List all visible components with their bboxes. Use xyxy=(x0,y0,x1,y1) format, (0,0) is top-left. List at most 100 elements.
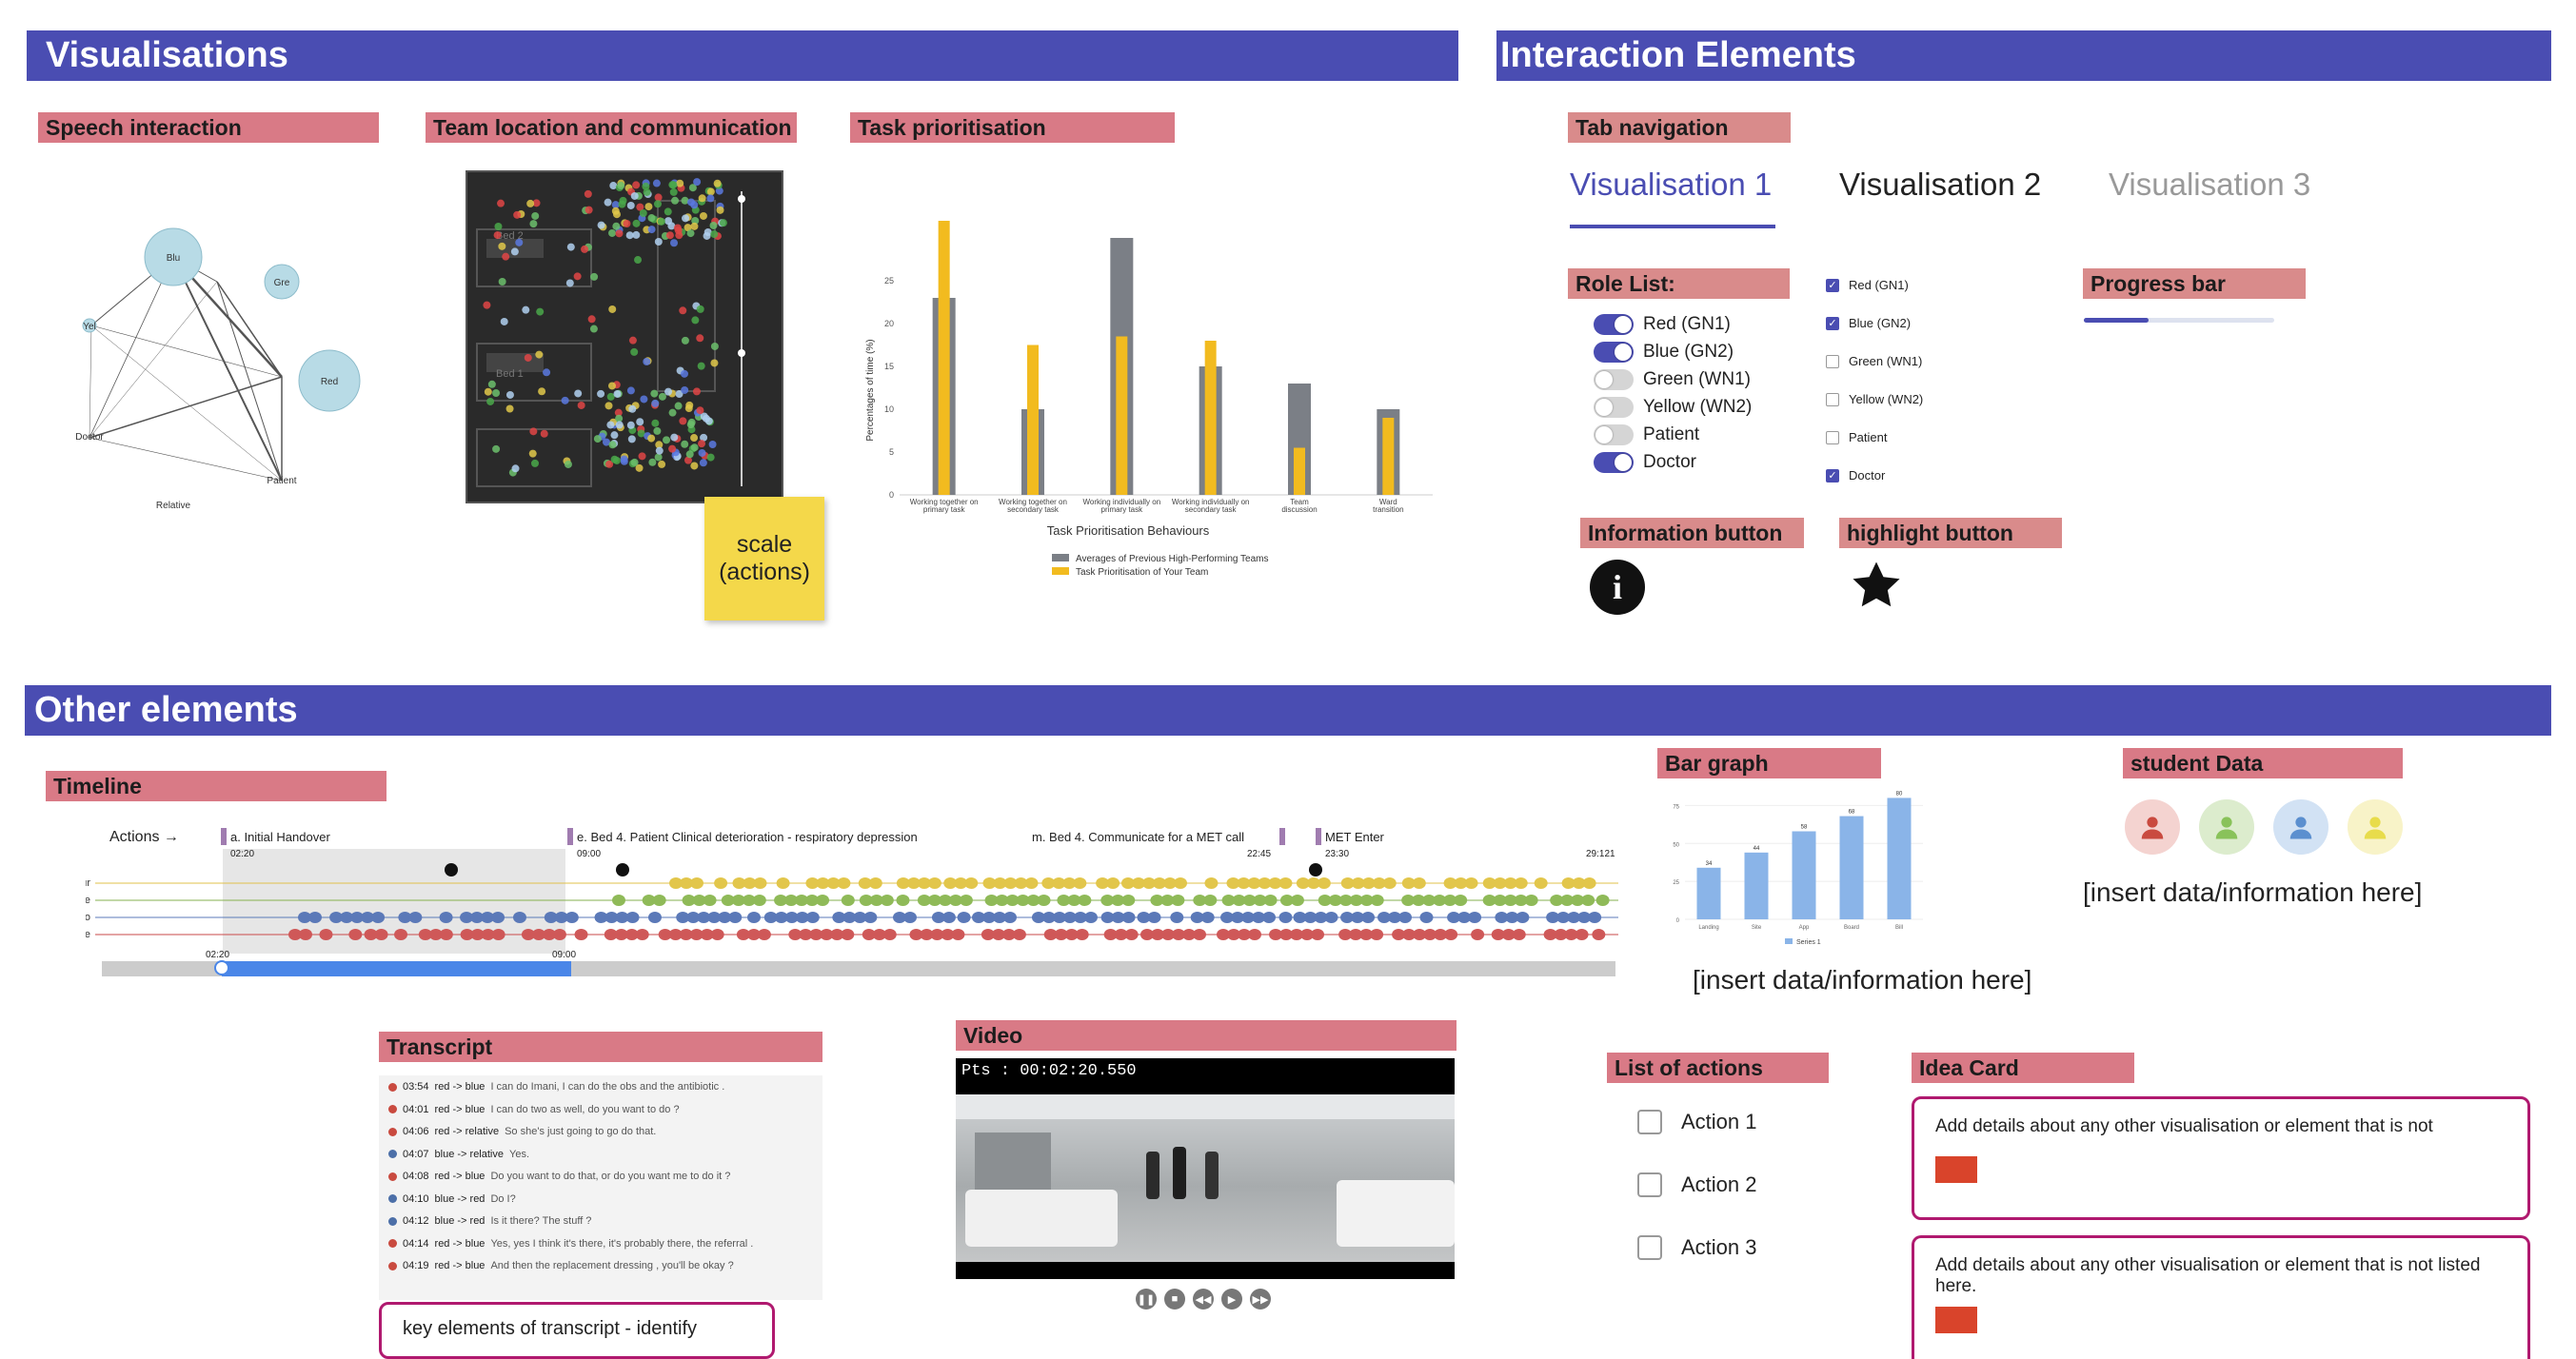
action-dot xyxy=(951,929,965,940)
role-toggle-item[interactable]: Red (GN1) xyxy=(1594,314,1731,335)
action-dot xyxy=(552,929,566,940)
student-avatar[interactable] xyxy=(2348,799,2403,855)
information-button[interactable]: i xyxy=(1590,560,1645,615)
y-tick-label: 25 xyxy=(884,276,894,286)
transcript-note-card[interactable]: key elements of transcript - identify xyxy=(379,1302,775,1359)
bar xyxy=(938,221,950,495)
role-toggle-switch[interactable] xyxy=(1594,452,1634,473)
idea-card-2[interactable]: Add details about any other visualisatio… xyxy=(1912,1235,2530,1359)
x-tick-label: primary task xyxy=(923,505,966,514)
role-checkbox[interactable] xyxy=(1826,392,1839,406)
role-checkbox-item[interactable]: ✓ Doctor xyxy=(1826,468,1885,483)
role-toggle-switch[interactable] xyxy=(1594,397,1634,418)
idea-card-1-swatch[interactable] xyxy=(1935,1156,1977,1183)
lane-label: four xyxy=(86,877,90,889)
idea-card-2-swatch[interactable] xyxy=(1935,1307,1977,1333)
role-toggle-switch[interactable] xyxy=(1594,369,1634,390)
transcript-text: Do you want to do that, or do you want m… xyxy=(490,1171,731,1182)
stop-icon[interactable]: ■ xyxy=(1164,1289,1185,1310)
speaker-dot xyxy=(388,1172,397,1181)
role-toggle-label: Blue (GN2) xyxy=(1643,342,1734,362)
action-dot xyxy=(374,929,388,940)
action-checkbox[interactable] xyxy=(1637,1172,1662,1197)
label-information-button: Information button xyxy=(1580,518,1804,548)
action-dot xyxy=(1534,877,1548,889)
speaker-dot xyxy=(388,1127,397,1136)
student-avatar[interactable] xyxy=(2273,799,2328,855)
role-toggle-item[interactable]: Green (WN1) xyxy=(1594,369,1751,390)
transcript-text: Yes, yes I think it's there, it's probab… xyxy=(490,1237,754,1250)
video-player[interactable]: Pts : 00:02:20.550 xyxy=(956,1058,1455,1279)
action-item[interactable]: Action 3 xyxy=(1637,1235,1757,1260)
role-toggle-label: Yellow (WN2) xyxy=(1643,397,1753,417)
role-checkbox-item[interactable]: Yellow (WN2) xyxy=(1826,392,1923,406)
role-toggle-switch[interactable] xyxy=(1594,342,1634,363)
timeline-scrubber-handle[interactable] xyxy=(214,960,229,975)
fast-forward-icon[interactable]: ▶▶ xyxy=(1250,1289,1271,1310)
role-toggle-item[interactable]: Blue (GN2) xyxy=(1594,342,1734,363)
rewind-icon[interactable]: ◀◀ xyxy=(1193,1289,1214,1310)
progress-bar-fill xyxy=(2084,318,2149,323)
play-icon[interactable]: ▶ xyxy=(1221,1289,1242,1310)
node-label-blu: Blu xyxy=(167,253,180,264)
transcript-row: 04:10 blue -> red Do I? xyxy=(388,1193,516,1205)
action-item[interactable]: Action 1 xyxy=(1637,1110,1757,1134)
role-toggle-item[interactable]: Doctor xyxy=(1594,452,1696,473)
student-avatar[interactable] xyxy=(2199,799,2254,855)
tab-visualisation-1[interactable]: Visualisation 1 xyxy=(1570,167,1772,203)
role-checkbox[interactable] xyxy=(1826,354,1839,368)
action-dot xyxy=(757,929,771,940)
role-toggle-item[interactable]: Patient xyxy=(1594,424,1699,445)
role-checkbox[interactable]: ✓ xyxy=(1826,468,1839,483)
idea-card-1[interactable]: Add details about any other visualisatio… xyxy=(1912,1096,2530,1220)
tab-visualisation-2[interactable]: Visualisation 2 xyxy=(1839,167,2041,203)
action-dot xyxy=(1514,877,1528,889)
event-label: e. Bed 4. Patient Clinical deterioration… xyxy=(577,830,918,844)
action-dot xyxy=(882,929,897,940)
action-dot xyxy=(1203,895,1218,906)
role-checkbox[interactable] xyxy=(1826,430,1839,444)
action-dot xyxy=(1524,895,1538,906)
role-checkbox-item[interactable]: ✓ Red (GN1) xyxy=(1826,278,1909,292)
action-dot xyxy=(902,912,917,923)
transcript-row: 04:19 red -> blue And then the replacement… xyxy=(388,1260,734,1271)
action-checkbox[interactable] xyxy=(1637,1235,1662,1260)
timeline-scrubber-track[interactable] xyxy=(102,960,1615,976)
action-dot xyxy=(348,929,363,940)
action-dot xyxy=(1419,912,1434,923)
role-checkbox[interactable]: ✓ xyxy=(1826,278,1839,292)
role-checkbox-item[interactable]: Green (WN1) xyxy=(1826,354,1922,368)
student-avatar[interactable] xyxy=(2125,799,2180,855)
action-checkbox[interactable] xyxy=(1637,1110,1662,1134)
action-dot xyxy=(728,912,743,923)
role-toggle-item[interactable]: Yellow (WN2) xyxy=(1594,397,1752,418)
bar xyxy=(1294,447,1305,495)
action-dot xyxy=(868,877,882,889)
x-tick-label: Board xyxy=(1844,925,1859,931)
bar xyxy=(1204,341,1217,495)
action-dot xyxy=(439,912,453,923)
action-item[interactable]: Action 2 xyxy=(1637,1172,1757,1197)
role-checkbox[interactable]: ✓ xyxy=(1826,316,1839,330)
y-tick-label: 15 xyxy=(884,362,894,371)
action-dot xyxy=(1454,895,1468,906)
action-dot xyxy=(1581,895,1595,906)
data-label: 58 xyxy=(1801,825,1808,831)
transcript-row: 04:14 red -> blue Yes, yes I think it's th… xyxy=(388,1238,753,1250)
transcript-note-text: key elements of transcript - identify xyxy=(403,1318,698,1339)
timeline-selection xyxy=(223,849,565,954)
pause-icon[interactable]: ❚❚ xyxy=(1136,1289,1157,1310)
action-dot xyxy=(1324,912,1338,923)
event-label: m. Bed 4. Communicate for a MET call xyxy=(1032,830,1244,844)
role-checkbox-item[interactable]: ✓ Blue (GN2) xyxy=(1826,316,1911,330)
role-toggle-switch[interactable] xyxy=(1594,424,1634,445)
role-toggle-switch[interactable] xyxy=(1594,314,1634,335)
role-checkbox-item[interactable]: Patient xyxy=(1826,430,1887,444)
action-dot xyxy=(1471,929,1485,940)
label-transcript: Transcript xyxy=(379,1032,822,1062)
action-dot xyxy=(964,877,979,889)
data-label: 34 xyxy=(1706,861,1713,867)
action-dot xyxy=(863,912,878,923)
highlight-button[interactable] xyxy=(1847,556,1906,615)
transcript-text: Do I? xyxy=(490,1192,516,1205)
